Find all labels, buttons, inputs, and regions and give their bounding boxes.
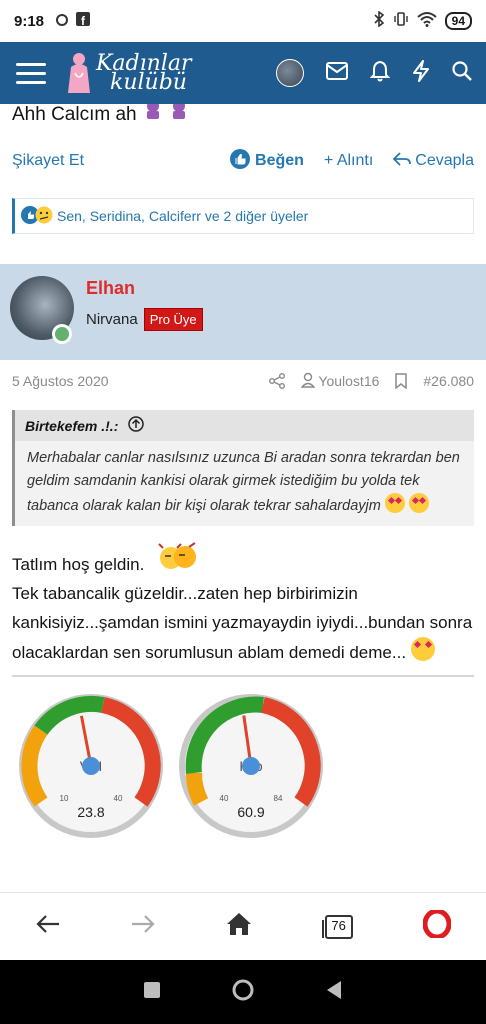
search-icon[interactable] <box>452 60 472 86</box>
reply-arrow-icon <box>393 151 412 171</box>
jump-to-quote-icon[interactable] <box>128 416 145 435</box>
post-message: Tatlım hoş geldin. Tek tabancalik güzeld… <box>0 542 486 667</box>
reply-label: Cevapla <box>415 152 474 169</box>
vibrate-icon <box>393 11 409 31</box>
star-struck-emoji-icon <box>384 493 405 513</box>
post-meta: 5 Ağustos 2020 Youlost16 #26.080 <box>0 360 486 402</box>
post-number[interactable]: #26.080 <box>423 373 474 389</box>
tabs-count: 76 <box>331 917 346 933</box>
notification-dot-icon <box>56 13 69 30</box>
signature-divider <box>12 675 474 677</box>
previous-post-tail: Ahh Calcım ah <box>0 104 486 125</box>
like-button[interactable]: Beğen <box>230 148 304 174</box>
status-bar: 9:18 f 94 <box>0 0 486 42</box>
status-time: 9:18 <box>14 12 45 30</box>
user-avatar[interactable] <box>276 59 304 87</box>
quote-author: Birtekefem .!.: <box>25 417 119 434</box>
battery-indicator: 94 <box>444 12 472 30</box>
app-header: Kadınlar kulübü <box>0 42 486 104</box>
logo-figure-icon <box>66 51 92 95</box>
inbox-icon[interactable] <box>326 61 348 85</box>
thread-content: Ahh Calcım ah Şikayet Et Beğen + Alıntı … <box>0 104 486 892</box>
dancing-emoji-icon <box>142 104 194 125</box>
mention-link[interactable]: Youlost16 <box>300 372 380 391</box>
kilo-max: 84 <box>274 794 283 803</box>
online-status-icon <box>52 324 72 344</box>
report-link[interactable]: Şikayet Et <box>12 152 84 170</box>
home-icon[interactable] <box>226 912 252 941</box>
tabs-button[interactable]: 76 <box>321 914 354 940</box>
message-line2: Tek tabancalik güzeldir...zaten hep birb… <box>12 584 473 662</box>
bluetooth-icon <box>373 10 385 31</box>
author-title: Nirvana <box>86 311 138 328</box>
back-arrow-icon[interactable] <box>35 914 61 939</box>
heart-eyes-emoji-icon <box>410 637 435 661</box>
author-title-row: Nirvana Pro Üye <box>86 308 203 331</box>
recents-icon[interactable] <box>143 981 161 1004</box>
post-actions: Şikayet Et Beğen + Alıntı Cevapla <box>0 138 486 184</box>
quote-block: Birtekefem .!.: Merhabalar canlar nasıls… <box>12 410 474 526</box>
system-home-icon[interactable] <box>231 978 255 1007</box>
site-logo[interactable]: Kadınlar kulübü <box>66 51 192 95</box>
browser-toolbar: 76 <box>0 892 486 960</box>
vki-value: 23.8 <box>77 804 104 820</box>
forward-arrow-icon[interactable] <box>130 914 156 939</box>
kilo-hub <box>242 757 260 775</box>
post-date[interactable]: 5 Ağustos 2020 <box>12 373 109 389</box>
wifi-icon <box>416 11 437 31</box>
vki-min: 10 <box>60 794 69 803</box>
bell-icon[interactable] <box>369 60 391 87</box>
hugging-emoji-icon <box>149 542 205 574</box>
like-label: Beğen <box>255 152 304 169</box>
bookmark-icon[interactable] <box>395 373 408 389</box>
vki-max: 40 <box>114 794 123 803</box>
facebook-icon: f <box>76 12 91 30</box>
kilo-gauge: Kilo 40 84 60.9 <box>179 694 323 838</box>
share-icon[interactable] <box>269 373 286 389</box>
author-username[interactable]: Elhan <box>86 278 135 299</box>
user-icon <box>300 372 316 391</box>
signature-gauges: VKI 10 40 23.8 Kilo 40 84 60.9 <box>0 693 486 839</box>
quote-header[interactable]: Birtekefem .!.: <box>15 410 474 441</box>
quote-body: Merhabalar canlar nasılsınız uzunca Bi a… <box>15 441 474 526</box>
post-author-header: Elhan Nirvana Pro Üye <box>0 264 486 360</box>
reply-button[interactable]: Cevapla <box>393 151 474 171</box>
mention-username: Youlost16 <box>318 373 380 389</box>
menu-icon[interactable] <box>16 57 46 90</box>
message-line1: Tatlım hoş geldin. <box>12 555 145 574</box>
system-back-icon[interactable] <box>325 980 343 1005</box>
reactions-bar[interactable]: Sen, Seridina, Calciferr ve 2 diğer üyel… <box>12 198 474 234</box>
opera-menu-icon[interactable] <box>422 908 452 943</box>
kilo-value: 60.9 <box>237 804 264 820</box>
logo-line2: kulübü <box>110 70 187 95</box>
thumbs-up-icon <box>230 148 251 174</box>
bolt-icon[interactable] <box>412 59 430 87</box>
previous-post-text: Ahh Calcım ah <box>12 104 137 125</box>
pro-badge: Pro Üye <box>143 308 203 331</box>
quote-button[interactable]: + Alıntı <box>324 152 373 170</box>
vki-hub <box>82 757 100 775</box>
system-navigation <box>0 960 486 1024</box>
reactions-text: Sen, Seridina, Calciferr ve 2 diğer üyel… <box>57 208 309 224</box>
reaction-confused-icon <box>35 206 53 227</box>
vki-gauge: VKI 10 40 23.8 <box>19 694 163 838</box>
kilo-min: 40 <box>220 794 229 803</box>
star-struck-emoji-icon <box>408 493 429 513</box>
